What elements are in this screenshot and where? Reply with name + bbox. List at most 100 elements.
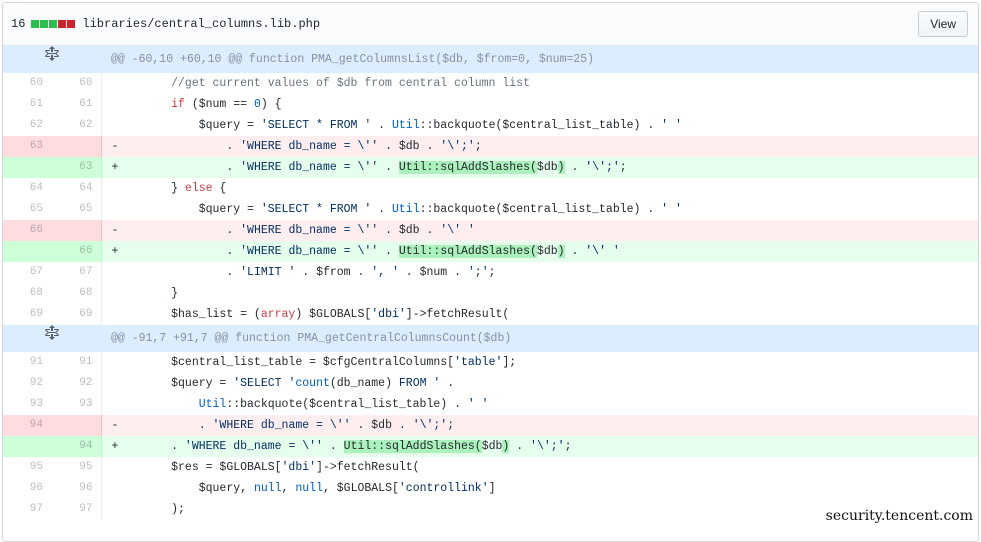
diff-line-added: 63 + . 'WHERE db_name = \'' . Util::sqlAd… bbox=[3, 157, 978, 178]
code-line: - . 'WHERE db_name = \'' . $db . '\';'; bbox=[101, 136, 978, 157]
diff-line-context: 64 64 } else { bbox=[3, 178, 978, 199]
new-line-number[interactable]: 68 bbox=[51, 283, 102, 304]
diff-line-context: 67 67 . 'LIMIT ' . $from . ', ' . $num . … bbox=[3, 262, 978, 283]
code-line: + . 'WHERE db_name = \'' . Util::sqlAddS… bbox=[101, 157, 978, 178]
code-token: 'dbi' bbox=[371, 308, 406, 321]
old-line-number[interactable]: 95 bbox=[3, 457, 51, 478]
code-token: 0 bbox=[253, 98, 261, 111]
new-line-number[interactable]: 69 bbox=[51, 304, 102, 325]
diffstat-blocks bbox=[31, 20, 76, 28]
new-line-number[interactable]: 62 bbox=[51, 115, 102, 136]
new-line-number[interactable] bbox=[51, 415, 102, 436]
watermark: security.tencent.com bbox=[823, 508, 975, 524]
highlighted-change: ) bbox=[557, 245, 565, 258]
new-line-number[interactable] bbox=[51, 136, 102, 157]
new-line-number[interactable]: 92 bbox=[51, 373, 102, 394]
unfold-icon[interactable] bbox=[3, 325, 101, 352]
code-token: , bbox=[281, 482, 296, 495]
unfold-icon[interactable] bbox=[3, 46, 101, 73]
old-line-number[interactable]: 69 bbox=[3, 304, 51, 325]
old-line-number[interactable]: 61 bbox=[3, 94, 51, 115]
code-token: ; bbox=[564, 440, 572, 453]
old-line-number[interactable]: 60 bbox=[3, 73, 51, 94]
old-line-number[interactable]: 66 bbox=[3, 220, 51, 241]
diff-line-context: 96 96 $query, null, null, $GLOBALS['contr… bbox=[3, 478, 978, 499]
code-token: $query, bbox=[198, 482, 254, 495]
code-token: , $GLOBALS[ bbox=[322, 482, 399, 495]
diff-marker: - bbox=[111, 224, 119, 237]
diff-line-context: 69 69 $has_list = (array) $GLOBALS['dbi']… bbox=[3, 304, 978, 325]
old-line-number[interactable]: 92 bbox=[3, 373, 51, 394]
code-token: ) $GLOBALS[ bbox=[295, 308, 372, 321]
code-token: ', ' bbox=[371, 266, 399, 279]
new-line-number[interactable]: 96 bbox=[51, 478, 102, 499]
code-token: . $db . bbox=[350, 419, 413, 432]
old-line-number[interactable]: 67 bbox=[3, 262, 51, 283]
code-token: 'SELECT * FROM ' bbox=[260, 203, 372, 216]
old-line-number[interactable]: 62 bbox=[3, 115, 51, 136]
diff-line-context: 60 60 //get current values of $db from ce… bbox=[3, 73, 978, 94]
new-line-number[interactable]: 67 bbox=[51, 262, 102, 283]
diff-table: @@ -60,10 +60,10 @@ function PMA_getColu… bbox=[3, 46, 978, 520]
code-token: ; bbox=[447, 419, 455, 432]
diffstat-block-added bbox=[49, 20, 58, 28]
new-line-number[interactable]: 66 bbox=[51, 241, 102, 262]
new-line-number[interactable]: 93 bbox=[51, 394, 102, 415]
code-token: ';' bbox=[467, 266, 489, 279]
code-token: ]; bbox=[502, 356, 517, 369]
code-token: } bbox=[171, 287, 179, 300]
diffstat-block-deleted bbox=[67, 20, 76, 28]
diff-line-context: 95 95 $res = $GLOBALS['dbi']->fetchResult… bbox=[3, 457, 978, 478]
diffstat-block-deleted bbox=[58, 20, 67, 28]
new-line-number[interactable] bbox=[51, 220, 102, 241]
diff-line-deleted: 63 - . 'WHERE db_name = \'' . $db . '\';'… bbox=[3, 136, 978, 157]
old-line-number[interactable]: 68 bbox=[3, 283, 51, 304]
file-path[interactable]: libraries/central_columns.lib.php bbox=[82, 17, 320, 31]
view-button[interactable]: View bbox=[918, 11, 968, 37]
code-token: 'SELECT * FROM ' bbox=[260, 119, 372, 132]
code-token: $query = bbox=[171, 377, 234, 390]
old-line-number[interactable]: 65 bbox=[3, 199, 51, 220]
old-line-number[interactable]: 96 bbox=[3, 478, 51, 499]
old-line-number[interactable]: 97 bbox=[3, 499, 51, 520]
new-line-number[interactable]: 61 bbox=[51, 94, 102, 115]
new-line-number[interactable]: 63 bbox=[51, 157, 102, 178]
diff-marker: - bbox=[111, 419, 119, 432]
old-line-number[interactable]: 91 bbox=[3, 352, 51, 373]
new-line-number[interactable]: 97 bbox=[51, 499, 102, 520]
old-line-number[interactable]: 63 bbox=[3, 136, 51, 157]
old-line-number[interactable]: 94 bbox=[3, 415, 51, 436]
code-token: . bbox=[371, 203, 392, 216]
new-line-number[interactable]: 60 bbox=[51, 73, 102, 94]
new-line-number[interactable]: 95 bbox=[51, 457, 102, 478]
old-line-number[interactable]: 64 bbox=[3, 178, 51, 199]
code-token: ' ' bbox=[661, 119, 682, 132]
old-line-number[interactable] bbox=[3, 436, 51, 457]
code-token: . bbox=[371, 119, 392, 132]
code-token: 'table' bbox=[454, 356, 503, 369]
code-token: '\';' bbox=[412, 419, 448, 432]
code-token: ); bbox=[171, 503, 185, 516]
code-line: $res = $GLOBALS['dbi']->fetchResult( bbox=[101, 457, 978, 478]
diff-line-context: 61 61 if ($num == 0) { bbox=[3, 94, 978, 115]
code-token: . bbox=[322, 440, 344, 453]
change-count: 16 bbox=[11, 17, 26, 31]
code-token: $query = bbox=[198, 203, 261, 216]
hunk-header: @@ -91,7 +91,7 @@ function PMA_getCentra… bbox=[3, 325, 978, 352]
new-line-number[interactable]: 94 bbox=[51, 436, 102, 457]
code-token: '\' ' bbox=[440, 224, 475, 237]
new-line-number[interactable]: 91 bbox=[51, 352, 102, 373]
code-token: ::backquote($central_list_table) . bbox=[419, 203, 662, 216]
old-line-number[interactable]: 93 bbox=[3, 394, 51, 415]
new-line-number[interactable]: 65 bbox=[51, 199, 102, 220]
code-token: count bbox=[295, 377, 330, 390]
code-token: ::backquote($central_list_table) . bbox=[419, 119, 662, 132]
new-line-number[interactable]: 64 bbox=[51, 178, 102, 199]
code-token: $db bbox=[481, 440, 503, 453]
old-line-number[interactable] bbox=[3, 157, 51, 178]
code-token: . bbox=[440, 377, 455, 390]
code-token: Util bbox=[391, 119, 420, 132]
old-line-number[interactable] bbox=[3, 241, 51, 262]
diff-line-added: 94 + . 'WHERE db_name = \'' . Util::sqlAd… bbox=[3, 436, 978, 457]
code-line: } bbox=[101, 283, 978, 304]
